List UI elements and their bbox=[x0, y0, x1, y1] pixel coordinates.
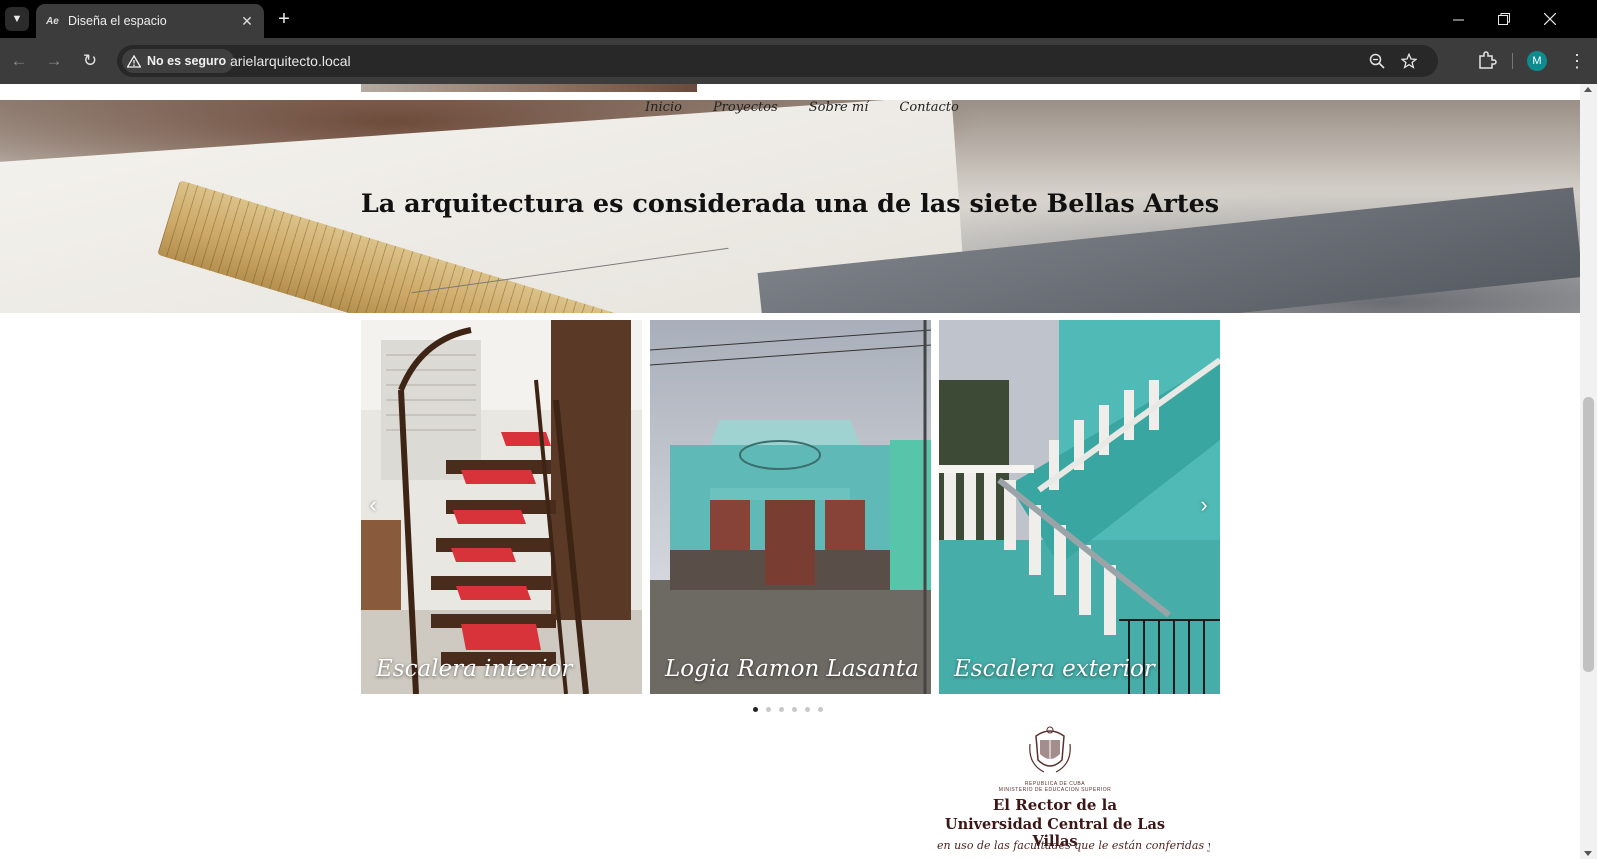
restore-button[interactable] bbox=[1481, 0, 1527, 38]
site-info-chip[interactable]: No es seguro bbox=[122, 49, 235, 73]
slide-caption: Logia Ramon Lasanta bbox=[665, 656, 919, 682]
minimize-button[interactable] bbox=[1435, 0, 1481, 38]
slide-image-escalera-interior bbox=[361, 320, 642, 694]
carousel-dot[interactable] bbox=[818, 707, 823, 712]
browser-toolbar: ← → ↻ No es seguro arielarquitecto.local bbox=[0, 38, 1597, 84]
nav-link-contacto[interactable]: Contacto bbox=[899, 100, 958, 115]
close-window-button[interactable] bbox=[1527, 0, 1573, 38]
coat-of-arms-icon bbox=[1029, 726, 1071, 773]
carousel-dot[interactable] bbox=[779, 707, 784, 712]
url-text[interactable]: arielarquitecto.local bbox=[230, 53, 351, 69]
projects-carousel: Escalera interior ‹ Logia Ramon Lasanta … bbox=[361, 320, 1222, 694]
chevron-right-icon: › bbox=[1200, 492, 1208, 517]
puzzle-icon bbox=[1479, 51, 1497, 69]
nav-link-proyectos[interactable]: Proyectos bbox=[713, 100, 778, 115]
scroll-up-icon[interactable] bbox=[1584, 87, 1592, 92]
page-viewport: La arquitectura es considerada una de la… bbox=[0, 84, 1597, 859]
hero-banner: La arquitectura es considerada una de la… bbox=[0, 100, 1580, 313]
bookmark-button[interactable] bbox=[1399, 51, 1419, 71]
carousel-slide[interactable]: Escalera interior ‹ bbox=[361, 320, 642, 694]
nav-link-inicio[interactable]: Inicio bbox=[645, 100, 682, 115]
close-tab-icon[interactable]: ✕ bbox=[236, 10, 258, 32]
chevron-down-icon: ▼ bbox=[11, 13, 23, 25]
security-label: No es seguro bbox=[147, 54, 227, 68]
slide-caption: Escalera interior bbox=[376, 656, 573, 682]
tab-strip: ▼ Ae Diseña el espacio ✕ + bbox=[0, 0, 1597, 38]
profile-avatar[interactable]: M bbox=[1527, 51, 1547, 71]
arrow-right-icon: → bbox=[45, 51, 63, 70]
slide-caption: Escalera exterior bbox=[954, 656, 1155, 682]
tab-search-button[interactable]: ▼ bbox=[5, 7, 29, 31]
new-tab-button[interactable]: + bbox=[272, 7, 296, 31]
reload-icon: ↻ bbox=[82, 51, 98, 70]
star-icon bbox=[1401, 53, 1417, 69]
page-scrollbar[interactable] bbox=[1580, 84, 1597, 859]
nav-link-sobre-mi[interactable]: Sobre mí bbox=[809, 100, 869, 115]
extensions-button[interactable] bbox=[1476, 49, 1500, 73]
chevron-left-icon: ‹ bbox=[369, 492, 377, 517]
minimize-icon bbox=[1452, 19, 1464, 20]
diploma-header-line: MINISTERIO DE EDUCACION SUPERIOR bbox=[998, 787, 1112, 793]
slide-image-logia-ramon-lasanta bbox=[650, 320, 931, 694]
back-button[interactable]: ← bbox=[5, 47, 33, 75]
carousel-dot[interactable] bbox=[766, 707, 771, 712]
slide-image-escalera-exterior bbox=[939, 320, 1220, 694]
carousel-prev-button[interactable]: ‹ bbox=[363, 490, 383, 520]
zoom-out-icon bbox=[1369, 53, 1385, 69]
tab-title: Diseña el espacio bbox=[68, 14, 167, 28]
carousel-pagination bbox=[753, 707, 823, 712]
zoom-button[interactable] bbox=[1367, 51, 1387, 71]
more-vertical-icon: ⋮ bbox=[1568, 50, 1586, 71]
scroll-down-icon[interactable] bbox=[1584, 851, 1592, 856]
restore-icon bbox=[1498, 13, 1510, 25]
diploma-body-text: en uso de las facultades que le están co… bbox=[937, 839, 1210, 852]
warning-icon bbox=[127, 54, 141, 68]
carousel-slide[interactable]: Escalera exterior › bbox=[939, 320, 1220, 694]
arrow-left-icon: ← bbox=[10, 51, 28, 70]
diploma-image: REPUBLICA DE CUBA MINISTERIO DE EDUCACIO… bbox=[935, 724, 1210, 859]
site-navigation: Inicio Proyectos Sobre mí Contacto bbox=[645, 100, 990, 115]
reload-button[interactable]: ↻ bbox=[76, 47, 104, 75]
carousel-dot[interactable] bbox=[753, 707, 758, 712]
close-icon bbox=[1544, 13, 1556, 25]
browser-menu-button[interactable]: ⋮ bbox=[1565, 49, 1589, 73]
carousel-next-button[interactable]: › bbox=[1194, 490, 1214, 520]
diploma-title-line: El Rector de la bbox=[992, 796, 1118, 814]
hero-title: La arquitectura es considerada una de la… bbox=[360, 189, 1220, 219]
active-tab[interactable]: Ae Diseña el espacio ✕ bbox=[36, 4, 264, 38]
carousel-dot[interactable] bbox=[792, 707, 797, 712]
toolbar-separator bbox=[1512, 53, 1513, 69]
carousel-dot[interactable] bbox=[805, 707, 810, 712]
forward-button[interactable]: → bbox=[40, 47, 68, 75]
address-bar[interactable]: No es seguro arielarquitecto.local bbox=[117, 45, 1438, 77]
scrollbar-thumb[interactable] bbox=[1583, 397, 1594, 672]
site-logo-image bbox=[361, 84, 697, 92]
site-favicon-icon: Ae bbox=[46, 15, 59, 27]
carousel-slide[interactable]: Logia Ramon Lasanta bbox=[650, 320, 931, 694]
